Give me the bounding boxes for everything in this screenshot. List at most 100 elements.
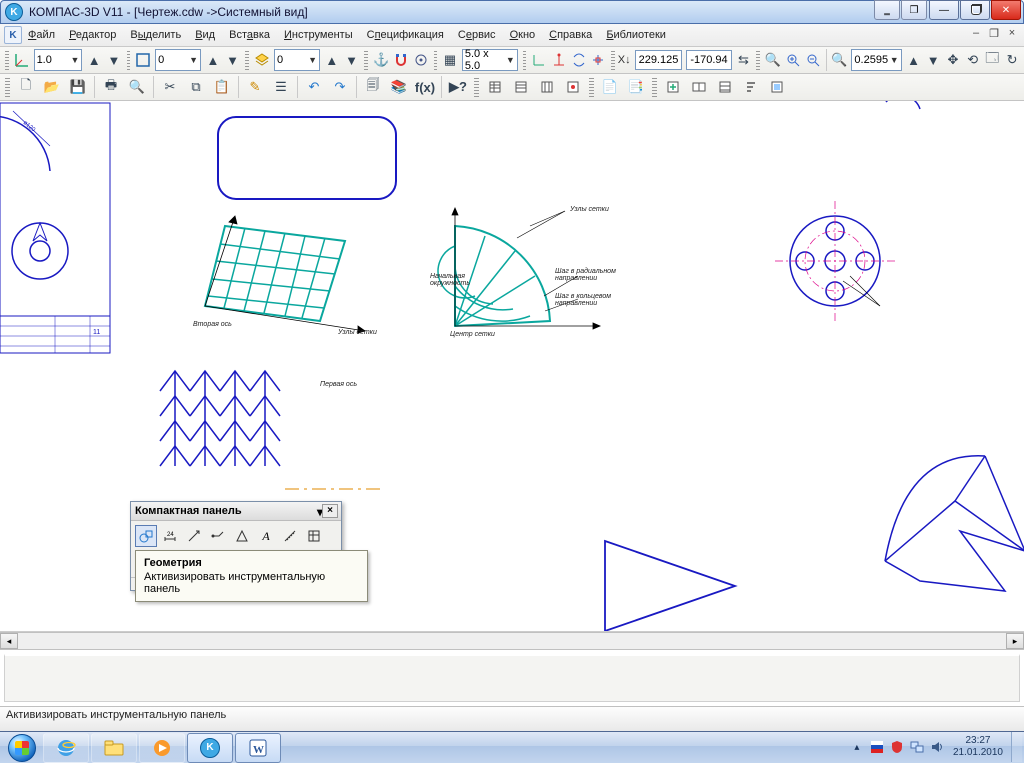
zoom-out-icon[interactable] [804, 48, 822, 72]
tray-volume-icon[interactable] [929, 739, 945, 755]
toolbar-grip[interactable] [589, 77, 594, 97]
drawing-canvas[interactable]: ø120 11 Вторая ось Узлы сетки Пер [0, 101, 1024, 632]
scale-up-icon[interactable]: ▲ [85, 48, 103, 72]
layer-up-icon[interactable]: ▲ [323, 48, 341, 72]
taskbar-wmp[interactable] [139, 733, 185, 763]
menu-view[interactable]: Вид [195, 29, 215, 41]
anchor-icon[interactable]: ⚓ [372, 48, 390, 72]
copy-props-icon[interactable]: ✎ [243, 75, 267, 99]
toolbar-grip[interactable] [474, 77, 479, 97]
print-icon[interactable]: 🖶 [99, 75, 123, 99]
menu-file[interactable]: ФФайлайл [28, 29, 55, 41]
dimensions-icon[interactable]: 24 [159, 525, 181, 547]
mdi-minimize-button[interactable]: – [968, 26, 984, 40]
scale-down-icon[interactable]: ▼ [105, 48, 123, 72]
menu-spec[interactable]: Спецификация [367, 29, 444, 41]
menu-tools[interactable]: Инструменты [284, 29, 353, 41]
undo-icon[interactable]: ↶ [302, 75, 326, 99]
grid-combo[interactable]: 5.0 x 5.0▼ [462, 49, 518, 71]
taskbar-explorer[interactable] [91, 733, 137, 763]
help-icon[interactable]: ▶? [446, 75, 470, 99]
toolbar-grip[interactable] [756, 50, 760, 70]
toolbar-grip[interactable] [5, 77, 10, 97]
toolbar-grip[interactable] [245, 50, 249, 70]
mdi-restore-button[interactable]: ❐ [986, 26, 1002, 40]
window-min2-button[interactable]: ‗ [874, 0, 900, 20]
open-icon[interactable]: 📂 [40, 75, 64, 99]
zoom-combo[interactable]: 0.2595▼ [851, 49, 901, 71]
spec-obj-icon[interactable] [765, 75, 789, 99]
menu-insert[interactable]: Вставка [229, 29, 270, 41]
tray-clock[interactable]: 23:27 21.01.2010 [953, 735, 1003, 759]
zoom-up-icon[interactable]: ▲ [905, 48, 923, 72]
menu-edit[interactable]: Редактор [69, 29, 116, 41]
magnet-icon[interactable] [392, 48, 410, 72]
coord-y-field[interactable]: -170.94 [686, 50, 731, 70]
menu-service[interactable]: Сервис [458, 29, 496, 41]
taskbar-kompas[interactable]: K [187, 733, 233, 763]
tray-flag-icon[interactable] [869, 739, 885, 755]
spec-add-icon[interactable] [661, 75, 685, 99]
grid-toggle-icon[interactable]: ▦ [441, 48, 459, 72]
preview-icon[interactable]: 🔍 [125, 75, 149, 99]
scale-combo[interactable]: 1.0▼ [34, 49, 83, 71]
params-icon[interactable]: A [255, 525, 277, 547]
ucs-icon[interactable] [13, 48, 31, 72]
refresh-icon[interactable]: ↻ [1003, 48, 1021, 72]
layers-icon[interactable] [253, 48, 271, 72]
window-restore2-button[interactable]: ❐ [901, 0, 927, 20]
spec1-icon[interactable] [483, 75, 507, 99]
snap-config-icon[interactable] [412, 48, 430, 72]
symbols-icon[interactable] [183, 525, 205, 547]
spec2-icon[interactable] [509, 75, 533, 99]
lcs-icon[interactable] [530, 48, 548, 72]
variables-icon[interactable]: f(x) [413, 75, 437, 99]
window-minimize-button[interactable]: — [929, 0, 959, 20]
scroll-left-button[interactable]: ◂ [0, 633, 18, 649]
show-desktop-button[interactable] [1011, 732, 1022, 762]
redo-icon[interactable]: ↷ [328, 75, 352, 99]
zoom-fit-icon[interactable]: 🔍 [764, 48, 782, 72]
tray-chevron-icon[interactable]: ▴ [849, 739, 865, 755]
zoom-window-icon[interactable]: 🔍 [830, 48, 848, 72]
spec4-icon[interactable] [561, 75, 585, 99]
zoom-in-icon[interactable] [784, 48, 802, 72]
coord-switch-icon[interactable]: ⇆ [735, 48, 753, 72]
close-icon[interactable]: × [322, 504, 338, 518]
pan-icon[interactable]: ✥ [944, 48, 962, 72]
toolbar-grip[interactable] [434, 50, 438, 70]
h-scrollbar[interactable]: ◂ ▸ [0, 632, 1024, 650]
tray-network-icon[interactable] [909, 739, 925, 755]
scroll-track[interactable] [18, 633, 1006, 649]
window-maximize-button[interactable] [960, 0, 990, 20]
paste-icon[interactable]: 📋 [210, 75, 234, 99]
menu-help[interactable]: Справка [549, 29, 592, 41]
geometry-icon[interactable] [135, 525, 157, 547]
new-icon[interactable]: 🗋 [14, 75, 38, 99]
properties-icon[interactable]: ☰ [269, 75, 293, 99]
copy-icon[interactable]: ⧉ [184, 75, 208, 99]
spec-link-icon[interactable] [687, 75, 711, 99]
designations-icon[interactable] [207, 525, 229, 547]
linetype-down-icon[interactable]: ▼ [224, 48, 242, 72]
taskbar-ie[interactable] [43, 733, 89, 763]
app-menu-icon[interactable]: K [4, 26, 22, 44]
coord-x-field[interactable]: 229.125 [635, 50, 683, 70]
toolbar-grip[interactable] [611, 50, 615, 70]
start-button[interactable] [2, 733, 42, 763]
doc-manager-icon[interactable]: 🗐 [361, 75, 385, 99]
toolbar-grip[interactable] [5, 50, 9, 70]
report1-icon[interactable]: 📄 [598, 75, 622, 99]
ortho-icon[interactable] [550, 48, 568, 72]
toolbar-grip[interactable] [127, 50, 131, 70]
zoom-down-icon[interactable]: ▼ [924, 48, 942, 72]
rotate-view-icon[interactable]: ⟲ [964, 48, 982, 72]
tray-shield-icon[interactable] [889, 739, 905, 755]
linetype-icon[interactable] [134, 48, 152, 72]
spec-sort-icon[interactable] [739, 75, 763, 99]
toolbar-grip[interactable] [652, 77, 657, 97]
compact-panel-header[interactable]: Компактная панель ▾ × [131, 502, 341, 521]
layer-combo[interactable]: 0▼ [274, 49, 320, 71]
menu-select[interactable]: Выделить [130, 29, 181, 41]
edit-icon[interactable] [231, 525, 253, 547]
